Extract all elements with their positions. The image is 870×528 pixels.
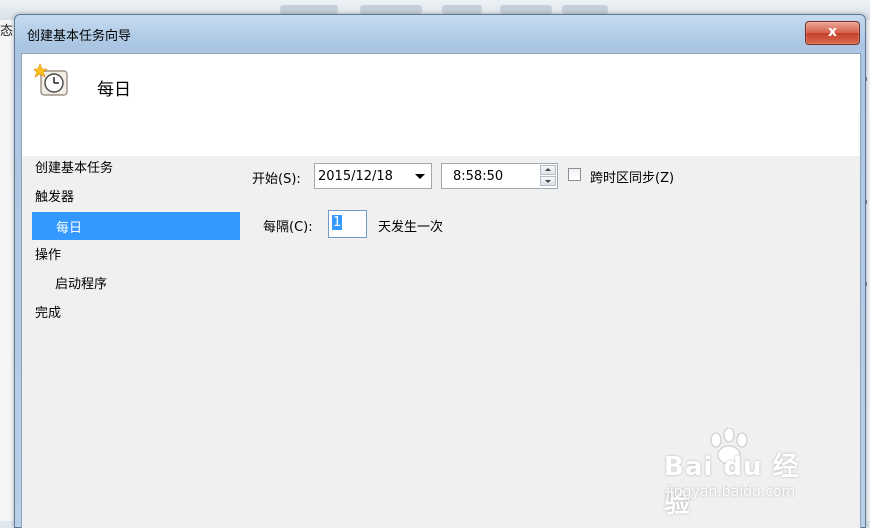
nav-item-action[interactable]: 操作 <box>35 244 61 263</box>
watermark-brand: Bai du 经验 <box>664 452 800 519</box>
wizard-header: 每日 <box>22 54 860 156</box>
nav-item-daily[interactable]: 每日 <box>32 212 240 240</box>
baidu-jingyan-watermark: Bai du 经验 jingyan.baidu.com <box>650 428 810 519</box>
nav-item-finish[interactable]: 完成 <box>35 302 61 321</box>
sync-timezone-checkbox[interactable] <box>568 168 581 181</box>
watermark-url: jingyan.baidu.com <box>666 484 796 500</box>
chevron-down-icon[interactable] <box>415 174 425 179</box>
window-title: 创建基本任务向导 <box>27 29 132 44</box>
nav-item-start-program[interactable]: 启动程序 <box>55 273 107 292</box>
interval-days-value: 1 <box>332 215 343 230</box>
blurred-toolbar-item <box>360 5 422 14</box>
nav-item-trigger[interactable]: 触发器 <box>35 186 74 205</box>
interval-days-input[interactable]: 1 <box>328 210 367 238</box>
nav-item-create-task[interactable]: 创建基本任务 <box>35 157 113 176</box>
blurred-toolbar-item <box>442 5 482 14</box>
interval-suffix: 天发生一次 <box>378 220 444 235</box>
background-status-text: 态 <box>0 24 14 39</box>
spin-down-icon[interactable] <box>540 176 556 186</box>
page-title: 每日 <box>97 80 131 100</box>
task-clock-icon <box>34 63 68 96</box>
nav-item-label: 每日 <box>56 221 83 236</box>
background-window-edge: 态 <box>0 20 15 521</box>
blurred-toolbar-item <box>500 5 552 14</box>
blurred-toolbar-item <box>280 5 338 14</box>
spin-up-icon[interactable] <box>540 165 556 175</box>
start-time-field[interactable]: 8:58:50 <box>441 163 558 189</box>
interval-label: 每隔(C): <box>263 220 313 235</box>
time-spinner[interactable] <box>540 165 556 187</box>
start-date-value: 2015/12/18 <box>318 169 393 184</box>
close-button[interactable]: x <box>805 21 860 45</box>
start-date-picker[interactable]: 2015/12/18 <box>314 163 432 189</box>
blurred-toolbar-item <box>562 5 608 14</box>
sync-timezone-label[interactable]: 跨时区同步(Z) <box>590 167 674 186</box>
start-label: 开始(S): <box>252 172 301 187</box>
start-time-value: 8:58:50 <box>453 169 504 184</box>
title-bar[interactable]: 创建基本任务向导 x <box>15 15 865 53</box>
